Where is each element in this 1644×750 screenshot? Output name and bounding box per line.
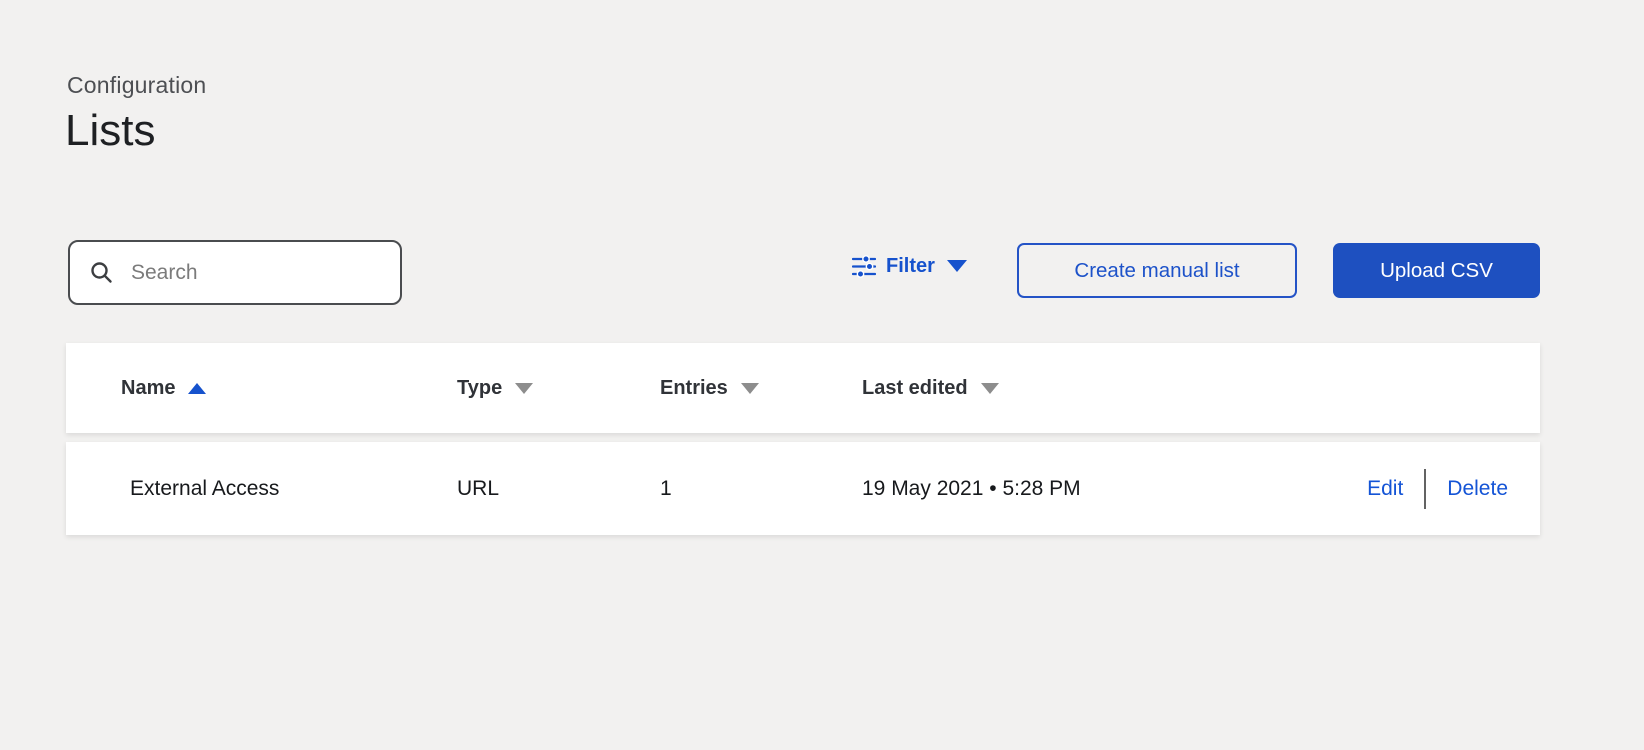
upload-csv-button[interactable]: Upload CSV xyxy=(1333,243,1540,298)
upload-csv-label: Upload CSV xyxy=(1380,259,1493,283)
lists-configuration-page: Configuration Lists xyxy=(0,0,1644,750)
caret-up-icon xyxy=(188,383,206,394)
column-header-last-edited[interactable]: Last edited xyxy=(862,377,1178,400)
caret-down-icon xyxy=(947,260,967,272)
create-manual-list-label: Create manual list xyxy=(1074,259,1239,283)
column-header-name-label: Name xyxy=(121,377,175,400)
filter-label: Filter xyxy=(886,255,935,278)
sliders-icon xyxy=(852,255,876,278)
column-header-name[interactable]: Name xyxy=(121,377,457,400)
column-header-type[interactable]: Type xyxy=(457,377,660,400)
table-row: External Access URL 1 19 May 2021 • 5:28… xyxy=(66,442,1540,535)
create-manual-list-button[interactable]: Create manual list xyxy=(1017,243,1297,298)
column-header-last-edited-label: Last edited xyxy=(862,377,968,400)
search-input[interactable] xyxy=(129,260,381,286)
column-header-type-label: Type xyxy=(457,377,502,400)
list-name-cell: External Access xyxy=(121,477,457,501)
filter-button[interactable]: Filter xyxy=(852,250,967,282)
list-type-cell: URL xyxy=(457,477,660,501)
column-header-entries[interactable]: Entries xyxy=(660,377,862,400)
breadcrumb: Configuration xyxy=(67,72,206,99)
page-title: Lists xyxy=(65,106,155,156)
caret-down-icon xyxy=(741,383,759,394)
row-actions: Edit Delete xyxy=(1178,469,1508,509)
edit-link[interactable]: Edit xyxy=(1367,477,1403,501)
caret-down-icon xyxy=(981,383,999,394)
table-header-row: Name Type Entries Last edited xyxy=(66,343,1540,433)
delete-link[interactable]: Delete xyxy=(1447,477,1508,501)
list-entries-cell: 1 xyxy=(660,477,862,501)
list-last-edited-cell: 19 May 2021 • 5:28 PM xyxy=(862,477,1178,501)
caret-down-icon xyxy=(515,383,533,394)
search-box xyxy=(68,240,402,305)
action-divider xyxy=(1424,469,1426,509)
column-header-entries-label: Entries xyxy=(660,377,728,400)
search-icon xyxy=(89,260,114,285)
